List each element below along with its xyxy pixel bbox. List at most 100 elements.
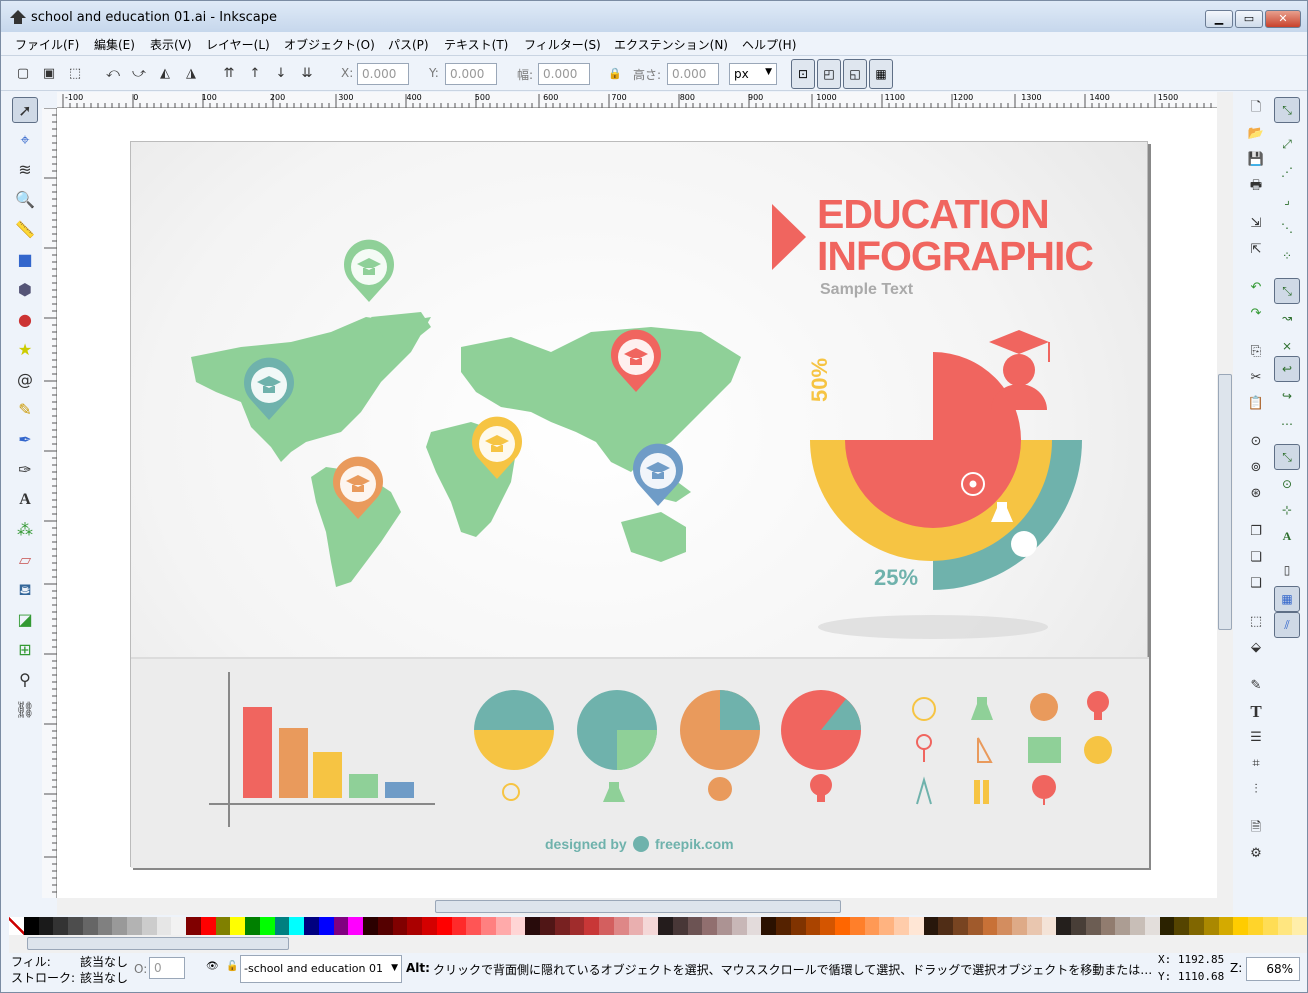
color-palette[interactable] xyxy=(9,917,1307,935)
deselect-icon[interactable]: ⬚ xyxy=(65,64,85,84)
palette-swatch[interactable] xyxy=(171,917,186,935)
palette-swatch[interactable] xyxy=(1026,917,1042,935)
palette-swatch[interactable] xyxy=(333,917,349,935)
mesh-tool-icon[interactable]: ⊞ xyxy=(12,637,38,663)
transform-corners-button[interactable]: ◰ xyxy=(817,59,841,89)
palette-swatch[interactable] xyxy=(820,917,835,935)
palette-swatch[interactable] xyxy=(141,917,157,935)
vertical-scroll-thumb[interactable] xyxy=(1218,374,1232,630)
palette-scroll-thumb[interactable] xyxy=(27,937,289,950)
snap-bbox-icon[interactable]: ⤢ xyxy=(1274,132,1300,158)
rotate-cw-icon[interactable]: ⤻ xyxy=(129,64,149,84)
tweak-tool-icon[interactable]: ≋ xyxy=(12,157,38,183)
snap-toggle-icon[interactable]: ⤡ xyxy=(1274,97,1300,123)
palette-swatch[interactable] xyxy=(908,917,924,935)
print-icon[interactable]: 🖶 xyxy=(1245,175,1267,197)
transform-stroke-button[interactable]: ⊡ xyxy=(791,59,815,89)
x-input[interactable]: 0.000 xyxy=(357,63,409,85)
palette-swatch[interactable] xyxy=(613,917,629,935)
palette-swatch[interactable] xyxy=(997,917,1012,935)
palette-swatch[interactable] xyxy=(761,917,776,935)
lower-icon[interactable]: ↓ xyxy=(271,64,291,84)
save-icon[interactable]: 💾 xyxy=(1245,149,1267,171)
flip-horizontal-icon[interactable]: ◭ xyxy=(155,64,175,84)
palette-swatch[interactable] xyxy=(23,917,39,935)
duplicate-icon[interactable]: ❐ xyxy=(1245,521,1267,543)
palette-swatch[interactable] xyxy=(156,917,172,935)
palette-swatch[interactable] xyxy=(259,917,275,935)
palette-swatch[interactable] xyxy=(304,917,319,935)
palette-swatch[interactable] xyxy=(1174,917,1189,935)
pencil-tool-icon[interactable]: ✎ xyxy=(12,397,38,423)
palette-swatch[interactable] xyxy=(1085,917,1101,935)
selector-tool-icon[interactable]: ➚ xyxy=(12,97,38,123)
palette-swatch[interactable] xyxy=(1041,917,1057,935)
snap-others-icon[interactable]: ⤡ xyxy=(1274,444,1300,470)
menu-help[interactable]: ヘルプ(H) xyxy=(742,36,796,53)
palette-swatch[interactable] xyxy=(38,917,54,935)
palette-swatch[interactable] xyxy=(230,917,245,935)
zoom-input[interactable]: 68% xyxy=(1246,957,1300,981)
fill-stroke-icon[interactable]: ✎ xyxy=(1245,675,1267,697)
snap-smooth-icon[interactable]: ↪ xyxy=(1274,384,1300,410)
new-document-icon[interactable]: 🗋 xyxy=(1245,97,1267,119)
palette-swatch[interactable] xyxy=(554,917,570,935)
maximize-button[interactable]: ▭ xyxy=(1235,10,1263,28)
undo-icon[interactable]: ↶ xyxy=(1245,277,1267,299)
export-icon[interactable]: ⇱ xyxy=(1245,239,1267,261)
palette-swatch[interactable] xyxy=(348,917,363,935)
layer-lock-icon[interactable]: 🔓 xyxy=(226,961,238,972)
minimize-button[interactable]: ▁ xyxy=(1205,10,1233,28)
transform-pattern-button[interactable]: ▦ xyxy=(869,59,893,89)
group-icon[interactable]: ⬚ xyxy=(1245,611,1267,633)
spray-tool-icon[interactable]: ⁂ xyxy=(12,517,38,543)
vertical-scrollbar[interactable] xyxy=(1217,92,1233,898)
raise-icon[interactable]: ↑ xyxy=(245,64,265,84)
snap-center-icon[interactable]: ⊙ xyxy=(1274,472,1300,498)
palette-swatch[interactable] xyxy=(569,917,585,935)
eraser-tool-icon[interactable]: ▱ xyxy=(12,547,38,573)
copy-icon[interactable]: ⎘ xyxy=(1245,341,1267,363)
palette-swatch[interactable] xyxy=(186,917,201,935)
palette-swatch[interactable] xyxy=(1115,917,1130,935)
palette-swatch[interactable] xyxy=(1012,917,1027,935)
palette-swatch[interactable] xyxy=(481,917,496,935)
pen-tool-icon[interactable]: ✒ xyxy=(12,427,38,453)
ungroup-icon[interactable]: ⬙ xyxy=(1245,637,1267,659)
calligraphy-tool-icon[interactable]: ✑ xyxy=(12,457,38,483)
flip-vertical-icon[interactable]: ◮ xyxy=(181,64,201,84)
cut-icon[interactable]: ✂ xyxy=(1245,367,1267,389)
palette-swatch[interactable] xyxy=(525,917,540,935)
palette-swatch[interactable] xyxy=(938,917,953,935)
palette-swatch[interactable] xyxy=(495,917,511,935)
layers-icon[interactable]: ☰ xyxy=(1245,727,1267,749)
select-all-layers-icon[interactable]: ▣ xyxy=(39,64,59,84)
snap-cusp-icon[interactable]: ↩ xyxy=(1274,356,1300,382)
palette-swatch[interactable] xyxy=(274,917,290,935)
palette-swatch[interactable] xyxy=(1248,917,1263,935)
snap-bbox-corner-icon[interactable]: ⌟ xyxy=(1274,188,1300,214)
palette-swatch[interactable] xyxy=(982,917,998,935)
raise-to-top-icon[interactable]: ⇈ xyxy=(219,64,239,84)
palette-swatch[interactable] xyxy=(1130,917,1145,935)
palette-swatch[interactable] xyxy=(82,917,98,935)
ellipse-tool-icon[interactable]: ● xyxy=(12,307,38,333)
palette-swatch[interactable] xyxy=(731,917,747,935)
palette-swatch[interactable] xyxy=(289,917,304,935)
height-input[interactable]: 0.000 xyxy=(667,63,719,85)
menu-path[interactable]: パス(P) xyxy=(388,36,429,53)
paste-icon[interactable]: 📋 xyxy=(1245,393,1267,415)
palette-swatch[interactable] xyxy=(1218,917,1234,935)
horizontal-scroll-thumb[interactable] xyxy=(435,900,841,913)
gradient-tool-icon[interactable]: ◪ xyxy=(12,607,38,633)
text-tool-icon[interactable]: A xyxy=(12,487,38,513)
rectangle-tool-icon[interactable]: ■ xyxy=(12,247,38,273)
document-properties-icon[interactable]: 🗎 xyxy=(1245,817,1267,839)
zoom-page-icon[interactable]: ⊛ xyxy=(1245,483,1267,505)
align-distribute-icon[interactable]: ⫶ xyxy=(1245,779,1267,801)
palette-swatch[interactable] xyxy=(672,917,688,935)
rotate-ccw-icon[interactable]: ⤺ xyxy=(103,64,123,84)
spiral-tool-icon[interactable]: @ xyxy=(12,367,38,393)
3d-box-tool-icon[interactable]: ⬢ xyxy=(12,277,38,303)
zoom-selection-icon[interactable]: ⊙ xyxy=(1245,431,1267,453)
